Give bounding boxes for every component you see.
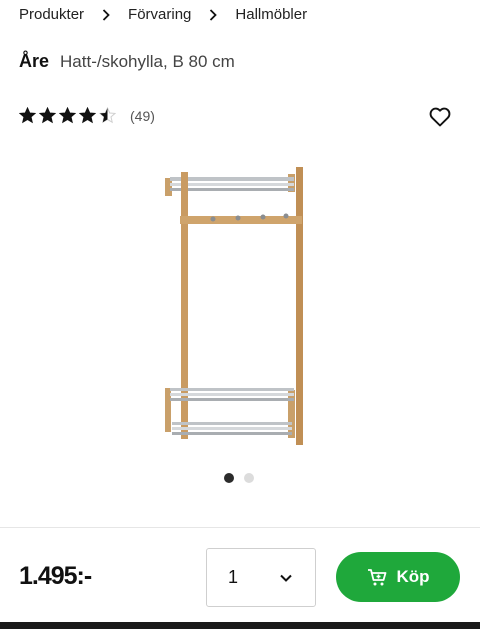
- breadcrumb: Produkter Förvaring Hallmöbler: [19, 6, 307, 23]
- product-brand: Åre: [19, 51, 50, 71]
- gallery-pagination: [224, 473, 254, 483]
- cart-icon: [366, 566, 388, 588]
- star-full-icon: [39, 107, 56, 124]
- quantity-select[interactable]: 1: [206, 548, 316, 607]
- bottom-strip: [0, 622, 480, 629]
- breadcrumb-link-hallmobler[interactable]: Hallmöbler: [235, 6, 307, 23]
- purchase-bar: 1.495:- 1 Köp: [0, 528, 480, 629]
- review-count[interactable]: (49): [130, 108, 155, 124]
- star-full-icon: [79, 107, 96, 124]
- chevron-right-icon: [102, 8, 110, 21]
- product-image[interactable]: [150, 160, 320, 455]
- buy-button[interactable]: Köp: [336, 552, 460, 602]
- star-full-icon: [59, 107, 76, 124]
- coat-and-shoe-rack-image: [165, 167, 303, 445]
- star-half-icon: [99, 107, 116, 124]
- gallery-dot[interactable]: [244, 473, 254, 483]
- breadcrumb-link-produkter[interactable]: Produkter: [19, 6, 84, 23]
- product-price: 1.495:-: [19, 562, 92, 590]
- product-rating[interactable]: (49): [19, 107, 155, 124]
- quantity-value: 1: [228, 567, 239, 587]
- star-full-icon: [19, 107, 36, 124]
- product-title: Åre Hatt-/skohylla, B 80 cm: [19, 51, 235, 72]
- product-subtitle: Hatt-/skohylla, B 80 cm: [60, 52, 235, 71]
- buy-button-label: Köp: [396, 567, 430, 586]
- breadcrumb-link-forvaring[interactable]: Förvaring: [128, 6, 191, 23]
- chevron-down-icon: [279, 571, 293, 585]
- rating-stars: [19, 107, 116, 124]
- chevron-right-icon: [209, 8, 218, 21]
- heart-icon[interactable]: [428, 105, 452, 129]
- gallery-dot[interactable]: [224, 473, 234, 483]
